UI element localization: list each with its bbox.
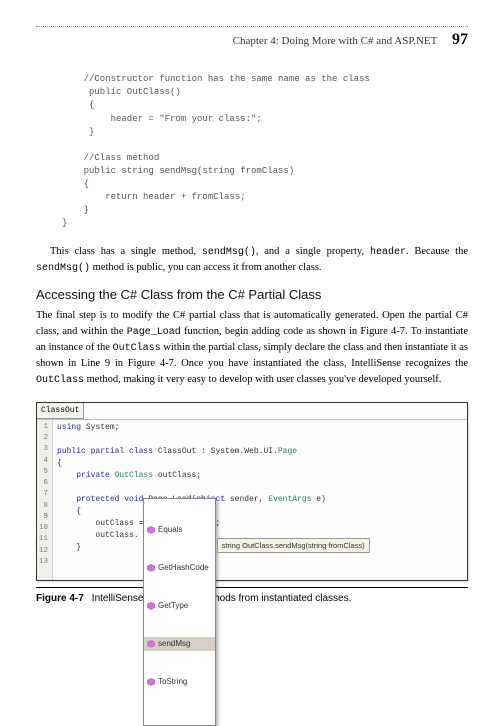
intellisense-popup: Equals GetHashCode GetType sendMsg ToStr… [143,498,216,726]
paragraph-class-summary: This class has a single method, sendMsg(… [36,244,468,276]
intellisense-tooltip: string OutClass.sendMsg(string fromClass… [217,538,370,553]
intellisense-item-gettype: GetType [144,599,215,613]
code-listing: //Constructor function has the same name… [62,73,468,230]
line-number-gutter: 1 2 3 4 5 6 7 8 9 10 11 12 13 [37,420,53,580]
figure-tab-row: ClassOut [37,403,467,420]
section-heading: Accessing the C# Class from the C# Parti… [36,286,468,304]
inline-code-outclass2: OutClass [36,375,84,386]
intellisense-item-gethashcode: GetHashCode [144,561,215,575]
figure-label: Figure 4-7 [36,593,84,604]
figure-caption: Figure 4-7 IntelliSense recognizes method… [36,587,468,606]
inline-code-outclass: OutClass [113,343,161,354]
inline-code-sendmsg2: sendMsg() [36,263,90,274]
method-icon [147,602,155,610]
paragraph-partial-class: The final step is to modify the C# parti… [36,308,468,388]
intellisense-item-equals: Equals [144,523,215,537]
code-editor-area: using System; public partial class Class… [53,420,467,580]
chapter-header: Chapter 4: Doing More with C# and ASP.NE… [36,26,468,51]
chapter-title: Chapter 4: Doing More with C# and ASP.NE… [233,35,438,47]
editor-content: 1 2 3 4 5 6 7 8 9 10 11 12 13 using Syst… [37,420,467,580]
page-number: 97 [452,31,468,48]
method-icon [147,640,155,648]
inline-code-sendmsg: sendMsg() [202,247,256,258]
inline-code-pageload: Page_Load [127,327,181,338]
figure-caption-text: IntelliSense recognizes methods from ins… [92,593,352,604]
inline-code-header: header [370,247,406,258]
intellisense-item-sendmsg: sendMsg [144,637,215,651]
method-icon [147,526,155,534]
method-icon [147,678,155,686]
intellisense-item-tostring: ToString [144,675,215,689]
method-icon [147,564,155,572]
figure-screenshot: ClassOut 1 2 3 4 5 6 7 8 9 10 11 12 13 u… [36,402,468,581]
editor-tab: ClassOut [37,403,84,419]
